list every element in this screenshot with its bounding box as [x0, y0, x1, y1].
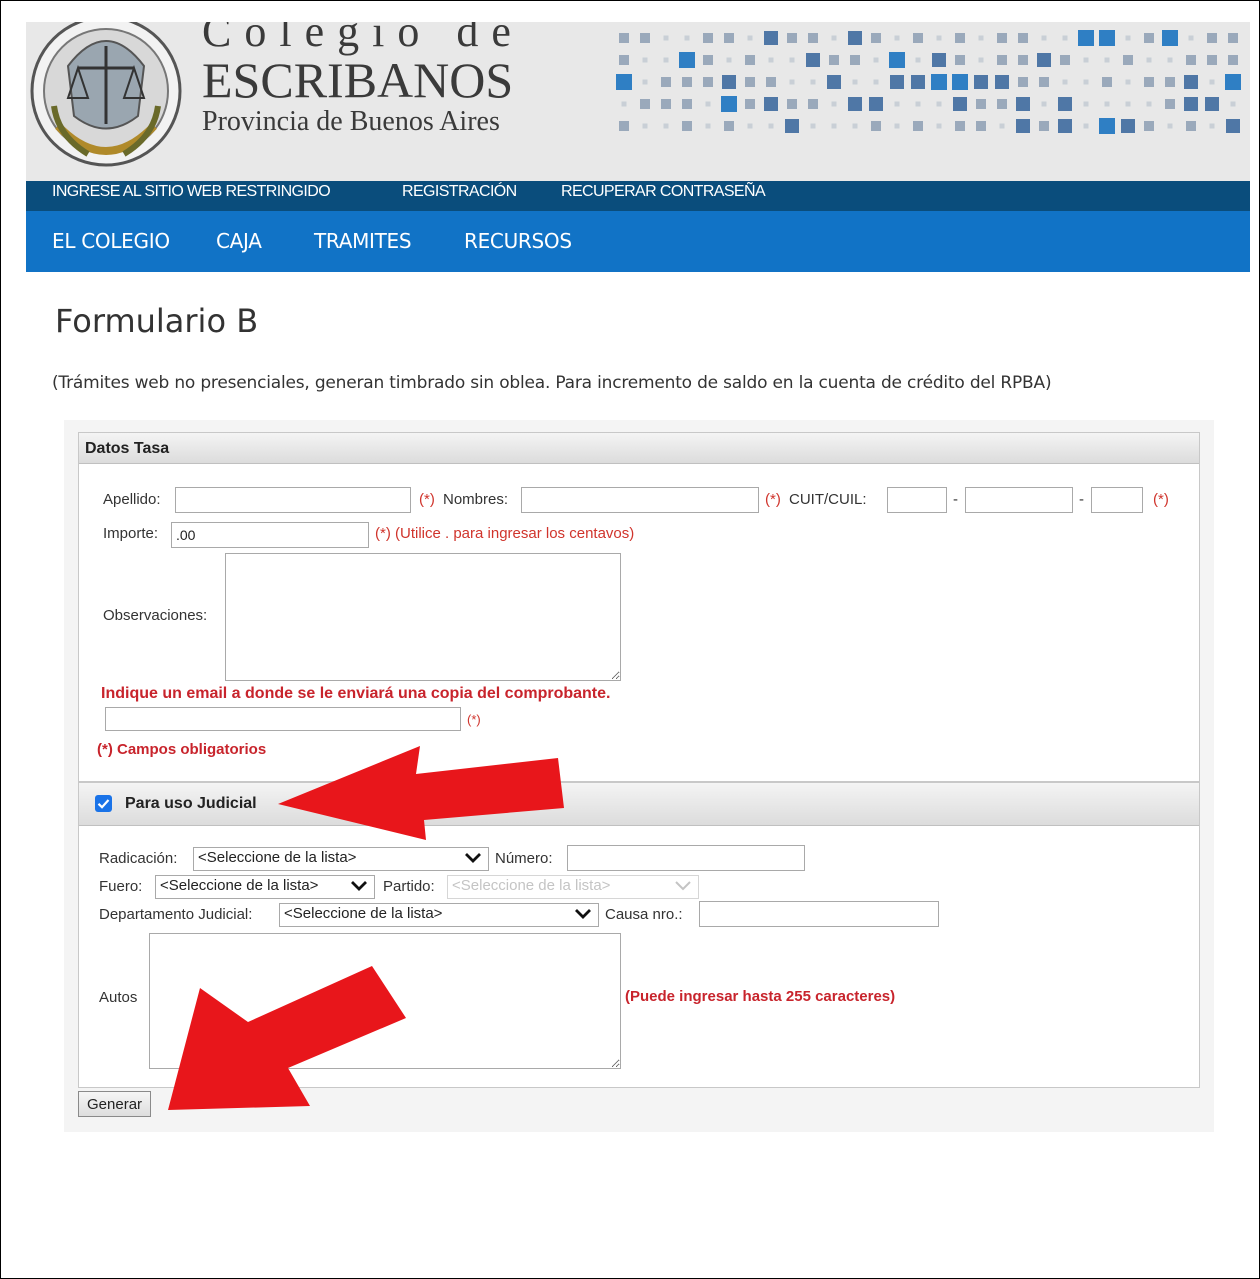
brand-line3: Provincia de Buenos Aires	[202, 106, 500, 137]
departamento-label: Departamento Judicial:	[99, 906, 253, 923]
autos-label: Autos	[99, 989, 138, 1006]
cuit-dash-2: -	[1079, 491, 1084, 508]
nav-tramites[interactable]: TRAMITES	[314, 229, 412, 253]
cuit-prefix-input[interactable]	[887, 487, 947, 513]
email-required-mark: (*)	[467, 712, 481, 727]
importe-label: Importe:	[103, 525, 159, 542]
cuit-number-input[interactable]	[965, 487, 1073, 513]
fuero-select[interactable]: <Seleccione de la lista>	[155, 875, 375, 899]
site-header: Colegio de ESCRIBANOS Provincia de Bueno…	[26, 22, 1250, 181]
generate-button[interactable]: Generar	[78, 1091, 152, 1117]
email-prompt: Indique un email a donde se le enviará u…	[101, 685, 611, 702]
apellido-required-mark: (*)	[419, 491, 435, 508]
apellido-input[interactable]	[175, 487, 411, 513]
datos-tasa-title: Datos Tasa	[85, 440, 170, 457]
check-icon	[97, 799, 110, 809]
partido-select: <Seleccione de la lista>	[447, 875, 699, 899]
departamento-select[interactable]: <Seleccione de la lista>	[279, 903, 599, 927]
departamento-select-value: <Seleccione de la lista>	[284, 905, 443, 922]
observaciones-label: Observaciones:	[103, 607, 208, 624]
cuit-required-mark: (*)	[1153, 491, 1169, 508]
top-nav: INGRESE AL SITIO WEB RESTRINGIDO REGISTR…	[26, 181, 1250, 211]
annotation-arrow-icon	[168, 966, 406, 1110]
nav-recursos[interactable]: RECURSOS	[464, 229, 572, 253]
annotation-arrow-icon	[278, 746, 564, 840]
radicacion-select[interactable]: <Seleccione de la lista>	[193, 847, 489, 871]
importe-hint: (*) (Utilice . para ingresar los centavo…	[375, 525, 635, 542]
brand-logo-text: Colegio de ESCRIBANOS Provincia de Bueno…	[202, 22, 524, 138]
judicial-title: Para uso Judicial	[125, 795, 257, 812]
cuit-check-digit-input[interactable]	[1091, 487, 1143, 513]
judicial-checkbox[interactable]	[95, 795, 112, 812]
apellido-label: Apellido:	[103, 491, 161, 508]
cuit-dash-1: -	[953, 491, 958, 508]
chevron-down-icon	[574, 907, 592, 925]
fuero-label: Fuero:	[99, 878, 143, 895]
causa-label: Causa nro.:	[605, 906, 683, 923]
datos-tasa-panel: Datos Tasa Apellido: (*) Nombres: (*) CU…	[78, 432, 1200, 782]
nav-recover-password-link[interactable]: RECUPERAR CONTRASEÑA	[561, 183, 766, 201]
causa-input[interactable]	[699, 901, 939, 927]
nombres-input[interactable]	[521, 487, 759, 513]
partido-select-value: <Seleccione de la lista>	[452, 877, 611, 894]
cuit-label: CUIT/CUIL:	[789, 491, 867, 508]
page-title: Formulario B	[55, 302, 259, 340]
partido-label: Partido:	[383, 878, 435, 895]
judicial-header: Para uso Judicial	[79, 783, 1199, 826]
numero-input[interactable]	[567, 845, 805, 871]
chevron-down-icon	[464, 851, 482, 869]
main-nav: EL COLEGIO CAJA TRAMITES RECURSOS	[26, 211, 1250, 272]
nav-caja[interactable]: CAJA	[216, 229, 262, 253]
radicacion-select-value: <Seleccione de la lista>	[198, 849, 357, 866]
importe-input[interactable]	[171, 522, 369, 548]
radicacion-label: Radicación:	[99, 850, 178, 867]
autos-hint: (Puede ingresar hasta 255 caracteres)	[625, 988, 896, 1005]
email-input[interactable]	[105, 707, 461, 731]
colegio-seal-icon	[28, 22, 188, 181]
datos-tasa-header: Datos Tasa	[79, 433, 1199, 464]
nav-el-colegio[interactable]: EL COLEGIO	[52, 229, 170, 253]
observaciones-textarea[interactable]	[225, 553, 621, 681]
brand-line1: Colegio de	[202, 22, 524, 56]
nav-restricted-site-link[interactable]: INGRESE AL SITIO WEB RESTRINGIDO	[52, 183, 331, 201]
decorative-pixel-pattern	[586, 22, 1250, 157]
numero-label: Número:	[495, 850, 553, 867]
chevron-down-icon	[350, 879, 368, 897]
fuero-select-value: <Seleccione de la lista>	[160, 877, 319, 894]
nav-registration-link[interactable]: REGISTRACIÓN	[402, 183, 517, 201]
page-subtitle: (Trámites web no presenciales, generan t…	[52, 373, 1052, 393]
nombres-required-mark: (*)	[765, 491, 781, 508]
chevron-down-icon	[674, 879, 692, 897]
required-fields-note: (*) Campos obligatorios	[97, 741, 267, 758]
brand-line2: ESCRIBANOS	[202, 52, 514, 108]
nombres-label: Nombres:	[443, 491, 509, 508]
